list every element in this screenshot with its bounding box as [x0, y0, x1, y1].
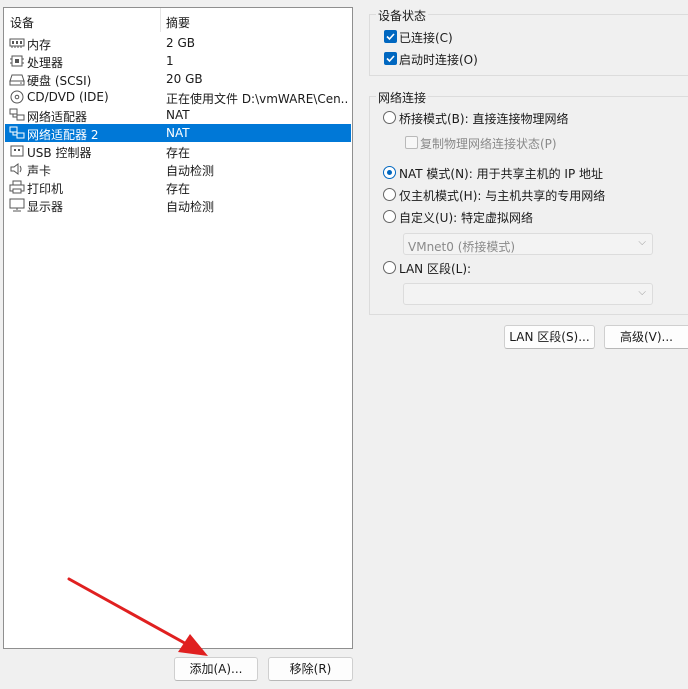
- device-name: 打印机: [27, 182, 64, 196]
- lan-segment-label[interactable]: LAN 区段(L):: [399, 260, 471, 277]
- custom-network-select[interactable]: VMnet0 (桥接模式) ⌵: [403, 233, 653, 255]
- device-row-network-adapter[interactable]: 网络适配器 NAT: [5, 106, 351, 124]
- connect-at-power-on-label[interactable]: 启动时连接(O): [399, 51, 478, 68]
- device-name: CD/DVD (IDE): [27, 90, 109, 104]
- memory-icon: [9, 38, 25, 48]
- network-connection-title: 网络连接: [376, 89, 429, 106]
- device-summary: 自动检测: [166, 200, 215, 214]
- device-row-processor[interactable]: 处理器 1: [5, 52, 351, 70]
- device-row-sound-card[interactable]: 声卡 自动检测: [5, 160, 351, 178]
- device-summary: 正在使用文件 D:\vmWARE\Cen...: [166, 92, 349, 106]
- host-only-label[interactable]: 仅主机模式(H): 与主机共享的专用网络: [399, 187, 605, 204]
- checkmark-icon: [386, 55, 395, 63]
- column-divider: [160, 8, 161, 32]
- nat-radio[interactable]: [383, 166, 396, 179]
- device-summary: 1: [166, 54, 174, 68]
- replicate-state-label[interactable]: 复制物理网络连接状态(P): [420, 135, 557, 152]
- device-name: 网络适配器 2: [27, 128, 99, 142]
- lan-segment-select[interactable]: ⌵: [403, 283, 653, 305]
- connect-at-power-on-checkbox[interactable]: [384, 52, 397, 65]
- device-name: USB 控制器: [27, 146, 92, 160]
- printer-icon: [9, 180, 25, 194]
- device-summary: 自动检测: [166, 164, 215, 178]
- custom-radio[interactable]: [383, 210, 396, 223]
- red-arrow-annotation: [67, 577, 208, 656]
- device-name: 硬盘 (SCSI): [27, 74, 92, 88]
- bridged-label[interactable]: 桥接模式(B): 直接连接物理网络: [399, 110, 568, 127]
- device-row-cd-dvd[interactable]: CD/DVD (IDE) 正在使用文件 D:\vmWARE\Cen...: [5, 88, 351, 106]
- custom-network-value: VMnet0 (桥接模式): [408, 240, 516, 254]
- device-name: 处理器: [27, 56, 64, 70]
- checkmark-icon: [386, 33, 395, 41]
- advanced-button[interactable]: 高级(V)...: [604, 325, 688, 349]
- harddisk-icon: [9, 74, 25, 86]
- device-name: 网络适配器: [27, 110, 88, 124]
- device-row-memory[interactable]: 内存 2 GB: [5, 34, 351, 52]
- sound-card-icon: [10, 163, 22, 175]
- bridged-radio[interactable]: [383, 111, 396, 124]
- network-adapter-icon: [9, 126, 25, 139]
- device-summary: NAT: [166, 126, 190, 140]
- remove-button[interactable]: 移除(R): [268, 657, 353, 681]
- chevron-down-icon: ⌵: [638, 287, 646, 298]
- device-summary: 2 GB: [166, 36, 195, 50]
- device-status-title: 设备状态: [376, 7, 429, 24]
- lan-segment-radio[interactable]: [383, 261, 396, 274]
- device-row-usb[interactable]: USB 控制器 存在: [5, 142, 351, 160]
- device-row-network-adapter-2[interactable]: 网络适配器 2 NAT: [5, 124, 351, 142]
- device-summary: 存在: [166, 182, 191, 196]
- device-list[interactable]: 设备 摘要 内存 2 GB 处理器 1 硬盘 (SCSI) 20 GB CD/D…: [3, 7, 353, 649]
- connected-checkbox[interactable]: [384, 30, 397, 43]
- network-adapter-icon: [9, 108, 25, 121]
- device-name: 内存: [27, 38, 52, 52]
- device-summary: NAT: [166, 108, 190, 122]
- nat-label[interactable]: NAT 模式(N): 用于共享主机的 IP 地址: [399, 165, 603, 182]
- replicate-state-checkbox[interactable]: [405, 136, 418, 149]
- device-name: 声卡: [27, 164, 52, 178]
- device-name: 显示器: [27, 200, 64, 214]
- column-header-summary[interactable]: 摘要: [166, 14, 190, 31]
- chevron-down-icon: ⌵: [638, 237, 646, 248]
- column-header-device[interactable]: 设备: [10, 14, 34, 31]
- connected-label[interactable]: 已连接(C): [399, 29, 453, 46]
- display-icon: [9, 198, 25, 212]
- device-list-header: 设备 摘要: [4, 8, 352, 32]
- usb-icon: [10, 145, 24, 157]
- device-row-display[interactable]: 显示器 自动检测: [5, 196, 351, 214]
- processor-icon: [10, 55, 24, 67]
- device-summary: 存在: [166, 146, 191, 160]
- device-summary: 20 GB: [166, 72, 203, 86]
- custom-label[interactable]: 自定义(U): 特定虚拟网络: [399, 209, 533, 226]
- device-row-harddisk[interactable]: 硬盘 (SCSI) 20 GB: [5, 70, 351, 88]
- lan-segments-button[interactable]: LAN 区段(S)...: [504, 325, 595, 349]
- cd-dvd-icon: [10, 90, 24, 104]
- host-only-radio[interactable]: [383, 188, 396, 201]
- device-row-printer[interactable]: 打印机 存在: [5, 178, 351, 196]
